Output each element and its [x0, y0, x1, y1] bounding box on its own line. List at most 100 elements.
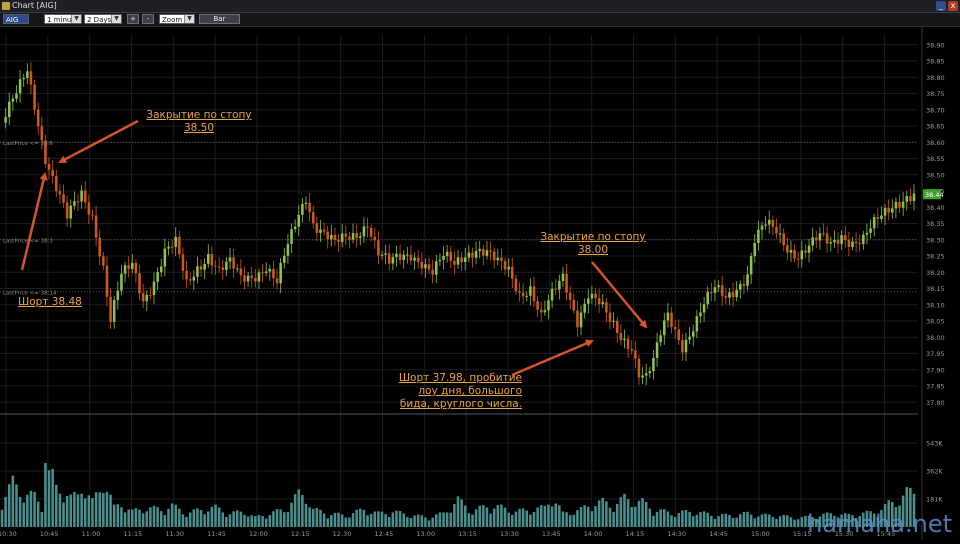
volume-bar: [648, 508, 652, 527]
volume-bar: [348, 517, 351, 527]
candle-body: [822, 233, 825, 235]
volume-bar: [366, 515, 369, 527]
volume-bar: [279, 509, 282, 527]
volume-bar: [55, 484, 58, 527]
volume-bar: [373, 511, 377, 527]
annotation-short2-line2: лоу дня, большого: [418, 385, 522, 397]
x-tick-label: 14:00: [584, 530, 603, 538]
volume-bar: [268, 515, 272, 527]
candle-body: [800, 250, 804, 260]
interval-select[interactable]: 1 minute ▼: [44, 14, 82, 24]
volume-bar: [203, 514, 206, 527]
candle-body: [333, 234, 337, 240]
candle-body: [326, 231, 329, 240]
zoom-select[interactable]: Zoom ▼: [159, 14, 195, 24]
x-tick-label: 13:15: [458, 530, 477, 538]
candle-body: [29, 71, 33, 85]
volume-bar: [789, 517, 793, 527]
candle-body: [254, 277, 257, 282]
volume-bar: [65, 496, 69, 527]
volume-bar: [554, 503, 557, 527]
candle-body: [463, 257, 467, 262]
y-tick-label: 38.00: [926, 334, 945, 342]
volume-bar: [120, 507, 123, 527]
volume-bar: [4, 496, 7, 527]
candle-body: [456, 257, 460, 265]
volume-bar: [188, 512, 192, 527]
candle-body: [112, 299, 116, 322]
minimize-button[interactable]: _: [936, 1, 946, 11]
volume-bar: [728, 515, 731, 527]
candle-body: [659, 335, 662, 343]
zoom-in-button[interactable]: +: [127, 14, 139, 24]
volume-bar: [235, 510, 239, 527]
annotation-stop2-line2: 38.00: [577, 244, 609, 256]
candle-body: [587, 298, 590, 304]
candle-body: [702, 304, 706, 313]
candle-body: [623, 338, 626, 341]
candle-body: [7, 101, 11, 118]
candle-body: [391, 257, 395, 264]
volume-bar: [453, 504, 456, 527]
candle-body: [503, 261, 507, 270]
volume-bar: [507, 512, 510, 527]
close-button[interactable]: x: [948, 1, 958, 11]
candle-body: [757, 229, 760, 243]
range-select[interactable]: 2 Days ▼: [84, 14, 122, 24]
symbol-input[interactable]: AIG: [3, 14, 29, 24]
current-price-marker: 38.44: [923, 189, 944, 200]
volume-bar: [529, 514, 532, 527]
candle-body: [550, 288, 554, 301]
x-tick-label: 12:00: [249, 530, 268, 538]
candle-body: [65, 202, 69, 219]
candle-body: [406, 254, 409, 256]
chart-area[interactable]: 38.90 38.85 38.80 38.75 38.70 38.65 38.60 38.55…: [0, 27, 960, 540]
volume-bar: [109, 494, 112, 527]
candle-body: [605, 302, 608, 313]
candle-body: [438, 259, 442, 262]
candle-body: [807, 245, 811, 253]
volume-bar: [167, 508, 170, 527]
x-tick-label: 11:45: [207, 530, 226, 538]
volume-bar: [543, 505, 547, 527]
volume-bar: [539, 505, 543, 527]
volume-bar: [663, 509, 666, 527]
candle-body: [40, 126, 44, 141]
annotation-stop2: Закрытие по стопу 38.00: [534, 231, 652, 257]
candle-body: [76, 201, 80, 203]
volume-bar: [98, 492, 101, 527]
candle-body: [597, 298, 601, 305]
candle-body: [442, 255, 445, 260]
candle-body: [416, 257, 420, 262]
volume-bar: [76, 494, 80, 527]
candle-body: [713, 287, 717, 293]
volume-bar: [311, 508, 315, 527]
candle-body: [695, 316, 699, 332]
volume-bar: [706, 512, 709, 527]
zoom-out-button[interactable]: -: [142, 14, 154, 24]
candle-body: [467, 252, 471, 258]
candle-body: [901, 201, 905, 208]
volume-bar: [105, 491, 109, 527]
volume-bar: [69, 494, 73, 527]
candle-body: [214, 265, 217, 267]
volume-bar: [608, 507, 612, 527]
volume-bar: [724, 513, 728, 527]
candle-body: [243, 275, 246, 282]
volume-bar: [547, 504, 550, 527]
chevron-down-icon: ▼: [184, 15, 194, 23]
candle-body: [648, 371, 652, 374]
candle-body: [199, 266, 203, 270]
candle-body: [159, 266, 163, 273]
candle-body: [308, 202, 311, 213]
candle-body: [91, 214, 94, 216]
candle-body: [478, 249, 481, 251]
volume-bar: [73, 491, 76, 527]
volume-bar: [681, 510, 684, 527]
volume-bar: [11, 475, 15, 527]
volume-bar: [413, 515, 416, 527]
volume-bar: [369, 513, 373, 527]
volume-bar: [753, 518, 757, 527]
bar-type-button[interactable]: Bar: [199, 14, 240, 24]
candle-body: [898, 201, 901, 208]
